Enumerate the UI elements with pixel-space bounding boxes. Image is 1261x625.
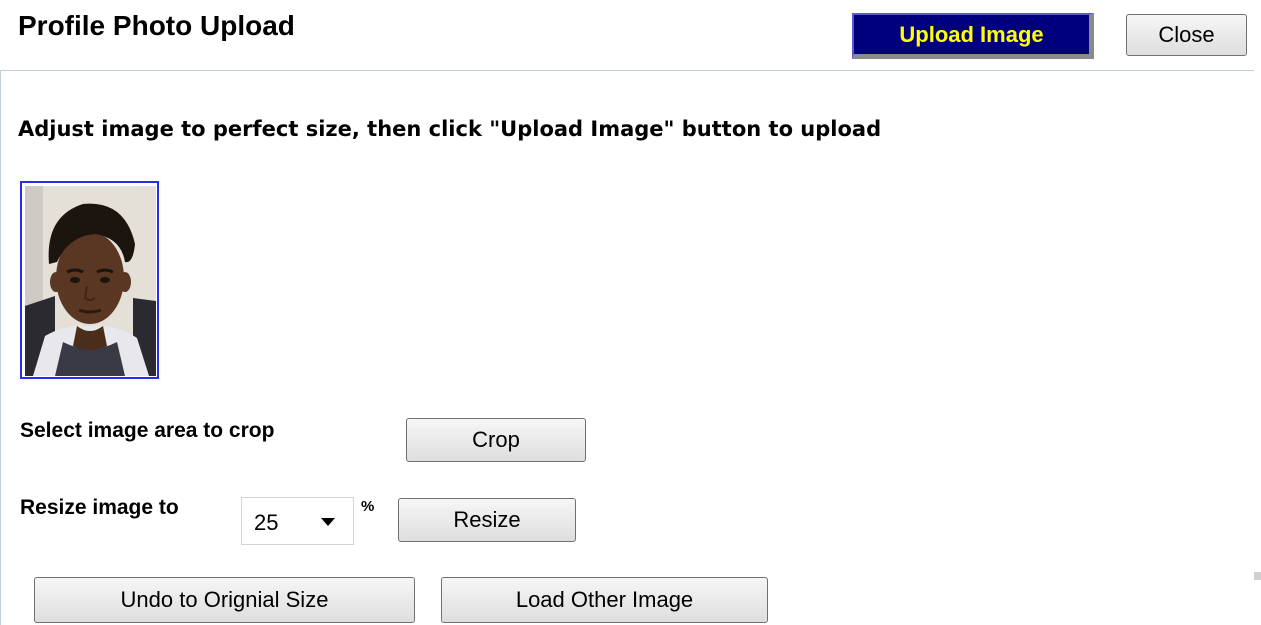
scrollbar-edge	[1254, 572, 1261, 580]
crop-label: Select image area to crop	[20, 419, 275, 442]
close-button[interactable]: Close	[1126, 14, 1247, 56]
chevron-down-icon	[321, 518, 335, 526]
profile-photo-preview[interactable]	[20, 181, 159, 379]
left-border	[0, 70, 1, 625]
upload-image-button[interactable]: Upload Image	[852, 13, 1094, 59]
instruction-text: Adjust image to perfect size, then click…	[18, 117, 882, 141]
load-other-image-button[interactable]: Load Other Image	[441, 577, 768, 623]
header-divider	[0, 70, 1254, 71]
resize-button[interactable]: Resize	[398, 498, 576, 542]
percent-unit: %	[361, 498, 375, 515]
undo-original-size-button[interactable]: Undo to Orignial Size	[34, 577, 415, 623]
dialog-title: Profile Photo Upload	[18, 10, 295, 41]
resize-label: Resize image to	[20, 496, 179, 519]
crop-button[interactable]: Crop	[406, 418, 586, 462]
resize-percent-select[interactable]: 25	[241, 497, 354, 545]
profile-photo-image	[25, 186, 156, 376]
resize-selected-value: 25	[254, 510, 279, 535]
